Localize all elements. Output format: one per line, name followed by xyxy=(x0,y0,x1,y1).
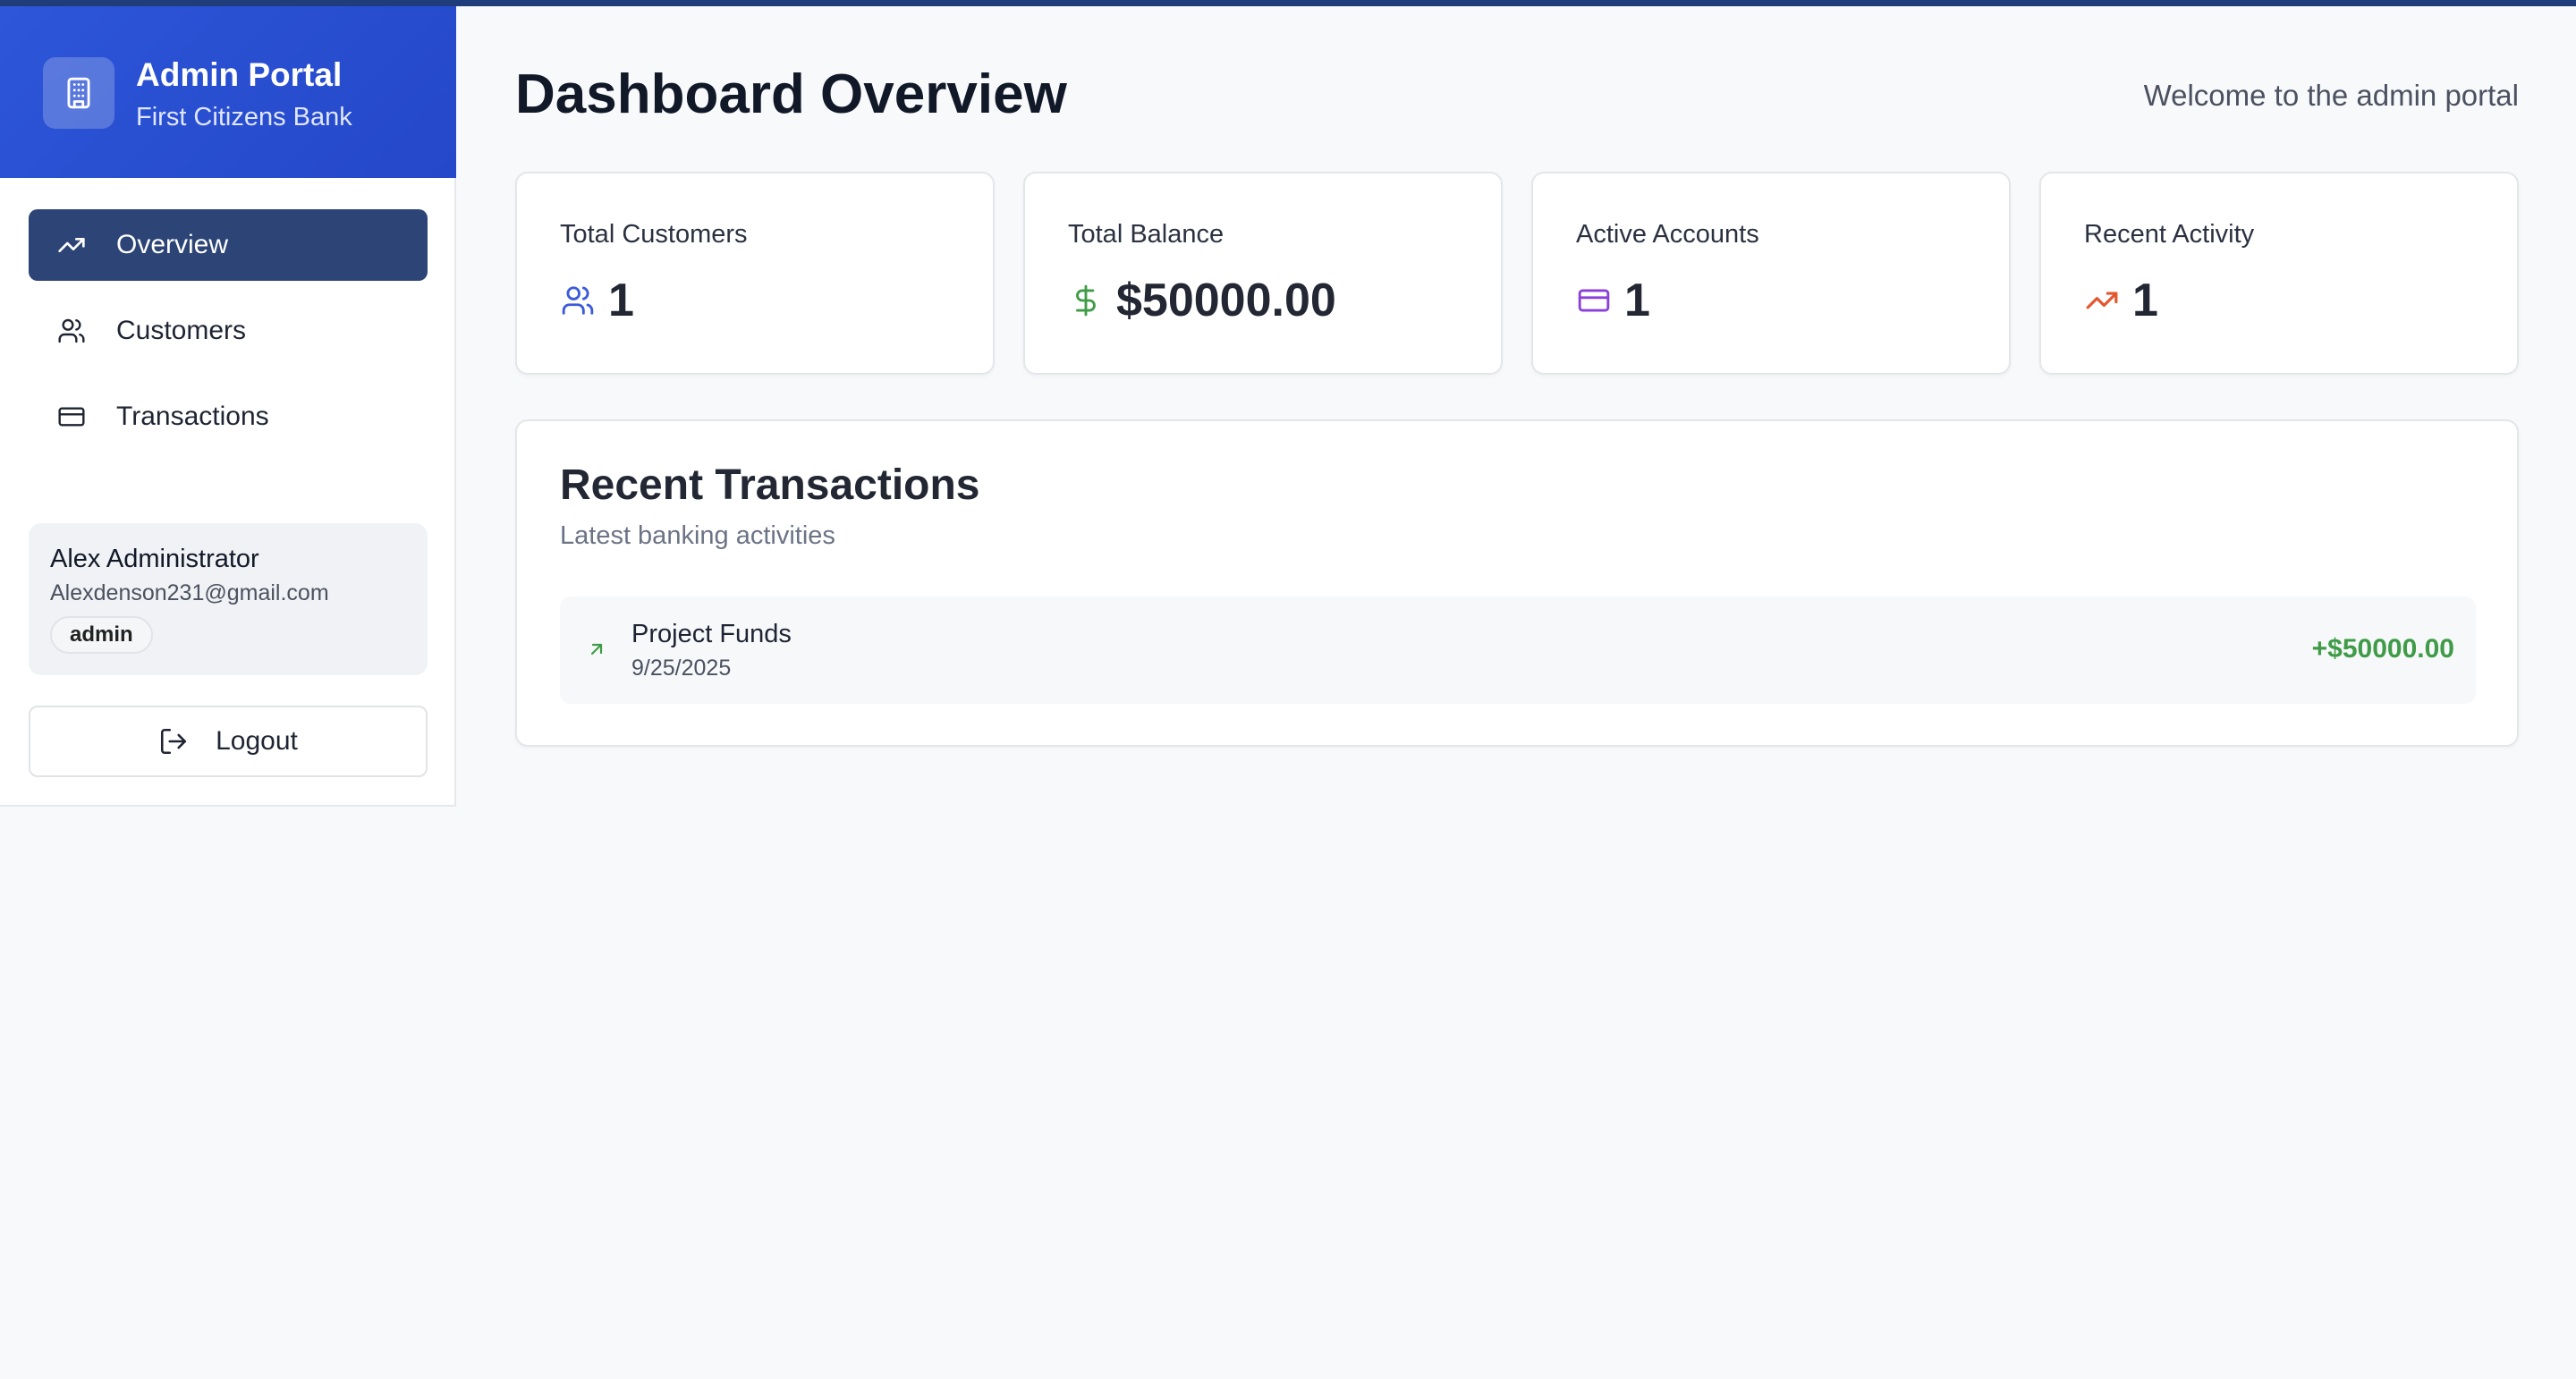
stat-label: Active Accounts xyxy=(1576,220,1759,249)
welcome-text: Welcome to the admin portal xyxy=(2143,79,2519,112)
top-accent-bar xyxy=(0,0,2576,6)
stat-card-active-accounts: Active Accounts 1 xyxy=(1531,172,2011,375)
stat-label: Total Balance xyxy=(1068,220,1224,249)
logout-icon xyxy=(158,726,189,757)
page-title: Dashboard Overview xyxy=(515,63,1067,125)
user-profile-card: Alex Administrator Alexdenson231@gmail.c… xyxy=(29,523,428,675)
building-icon xyxy=(43,57,114,129)
users-icon xyxy=(55,315,88,347)
credit-card-icon xyxy=(1576,283,1612,318)
sidebar-item-label: Customers xyxy=(116,316,247,345)
section-subtitle: Latest banking activities xyxy=(560,521,835,550)
stat-card-total-balance: Total Balance $50000.00 xyxy=(1023,172,1503,375)
logout-label: Logout xyxy=(216,726,298,756)
transaction-amount: +$50000.00 xyxy=(2311,634,2454,664)
sidebar-item-customers[interactable]: Customers xyxy=(29,295,428,367)
sidebar-item-label: Transactions xyxy=(116,402,269,431)
transaction-name: Project Funds xyxy=(631,620,792,648)
sidebar: Admin Portal First Citizens Bank Overvie… xyxy=(0,6,456,807)
transaction-date: 9/25/2025 xyxy=(631,656,732,681)
dollar-icon xyxy=(1068,283,1104,318)
section-title: Recent Transactions xyxy=(560,461,980,509)
brand-subtitle: First Citizens Bank xyxy=(136,103,352,131)
stat-value: $50000.00 xyxy=(1116,275,1336,326)
stat-value: 1 xyxy=(608,275,634,326)
sidebar-item-overview[interactable]: Overview xyxy=(29,209,428,281)
brand-header: Admin Portal First Citizens Bank xyxy=(0,6,456,178)
logout-button[interactable]: Logout xyxy=(29,706,428,777)
user-name: Alex Administrator xyxy=(50,545,259,573)
brand-title: Admin Portal xyxy=(136,56,343,93)
sidebar-item-transactions[interactable]: Transactions xyxy=(29,381,428,453)
stat-value: 1 xyxy=(1624,275,1650,326)
arrow-up-right-icon xyxy=(583,636,610,663)
trending-up-icon xyxy=(2084,283,2120,318)
recent-transactions-card: Recent Transactions Latest banking activ… xyxy=(515,419,2519,747)
credit-card-icon xyxy=(55,401,88,433)
stat-label: Total Customers xyxy=(560,220,748,249)
users-icon xyxy=(560,283,596,318)
sidebar-item-label: Overview xyxy=(116,230,229,259)
stat-value: 1 xyxy=(2132,275,2158,326)
user-email: Alexdenson231@gmail.com xyxy=(50,580,329,605)
stat-label: Recent Activity xyxy=(2084,220,2255,249)
stat-card-total-customers: Total Customers 1 xyxy=(515,172,995,375)
role-badge: admin xyxy=(50,616,153,654)
stat-card-recent-activity: Recent Activity 1 xyxy=(2039,172,2519,375)
transaction-row[interactable]: Project Funds 9/25/2025 +$50000.00 xyxy=(560,596,2476,704)
trending-up-icon xyxy=(55,229,88,261)
